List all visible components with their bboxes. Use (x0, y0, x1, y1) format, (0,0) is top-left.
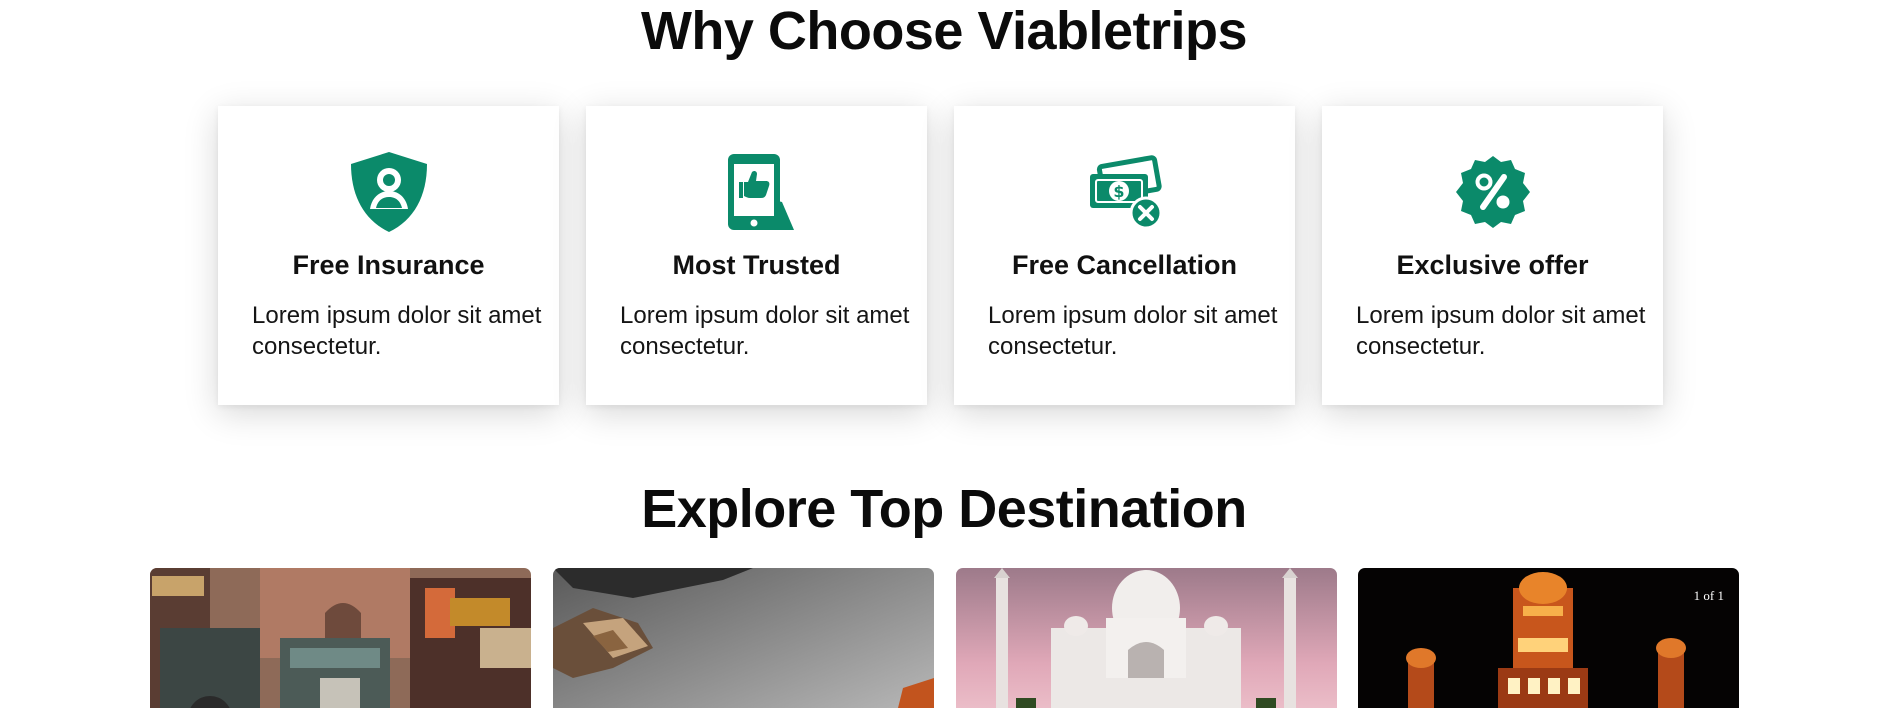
phone-thumbs-up-icon (716, 150, 798, 234)
feature-title: Exclusive offer (1396, 250, 1589, 280)
explore-destinations-title: Explore Top Destination (641, 479, 1247, 539)
destination-card-charminar[interactable]: 1 of 1 (1358, 568, 1739, 708)
feature-description: Lorem ipsum dolor sit amet consectetur. (988, 302, 1278, 360)
feature-description: Lorem ipsum dolor sit amet consectetur. (252, 302, 542, 360)
features-row: Free Insurance Lorem ipsum dolor sit ame… (218, 106, 1666, 405)
destination-image (1358, 568, 1739, 708)
why-choose-title: Why Choose Viabletrips (640, 1, 1248, 61)
svg-text:$: $ (1113, 182, 1124, 201)
feature-title: Most Trusted (672, 250, 841, 280)
destination-image (956, 568, 1337, 708)
destination-card-street[interactable] (150, 568, 531, 708)
feature-title: Free Insurance (292, 250, 485, 280)
feature-card-free-insurance: Free Insurance Lorem ipsum dolor sit ame… (218, 106, 559, 405)
carousel-pager: 1 of 1 (1693, 588, 1724, 603)
destination-carousel: 1 of 1 (150, 568, 1739, 708)
feature-description: Lorem ipsum dolor sit amet consectetur. (620, 302, 910, 360)
feature-title: Free Cancellation (1011, 250, 1238, 280)
shield-user-icon (348, 150, 430, 234)
destination-card-kite[interactable] (553, 568, 934, 708)
feature-description: Lorem ipsum dolor sit amet consectetur. (1356, 302, 1646, 360)
feature-card-most-trusted: Most Trusted Lorem ipsum dolor sit amet … (586, 106, 927, 405)
destination-card-taj-mahal[interactable] (956, 568, 1337, 708)
feature-card-free-cancellation: $ Free Cancellation Lorem ipsum dolor si… (954, 106, 1295, 405)
discount-badge-icon (1452, 150, 1534, 234)
destination-image (150, 568, 531, 708)
destination-image (553, 568, 934, 708)
feature-card-exclusive-offer: Exclusive offer Lorem ipsum dolor sit am… (1322, 106, 1663, 405)
money-cancel-icon: $ (1084, 150, 1166, 234)
